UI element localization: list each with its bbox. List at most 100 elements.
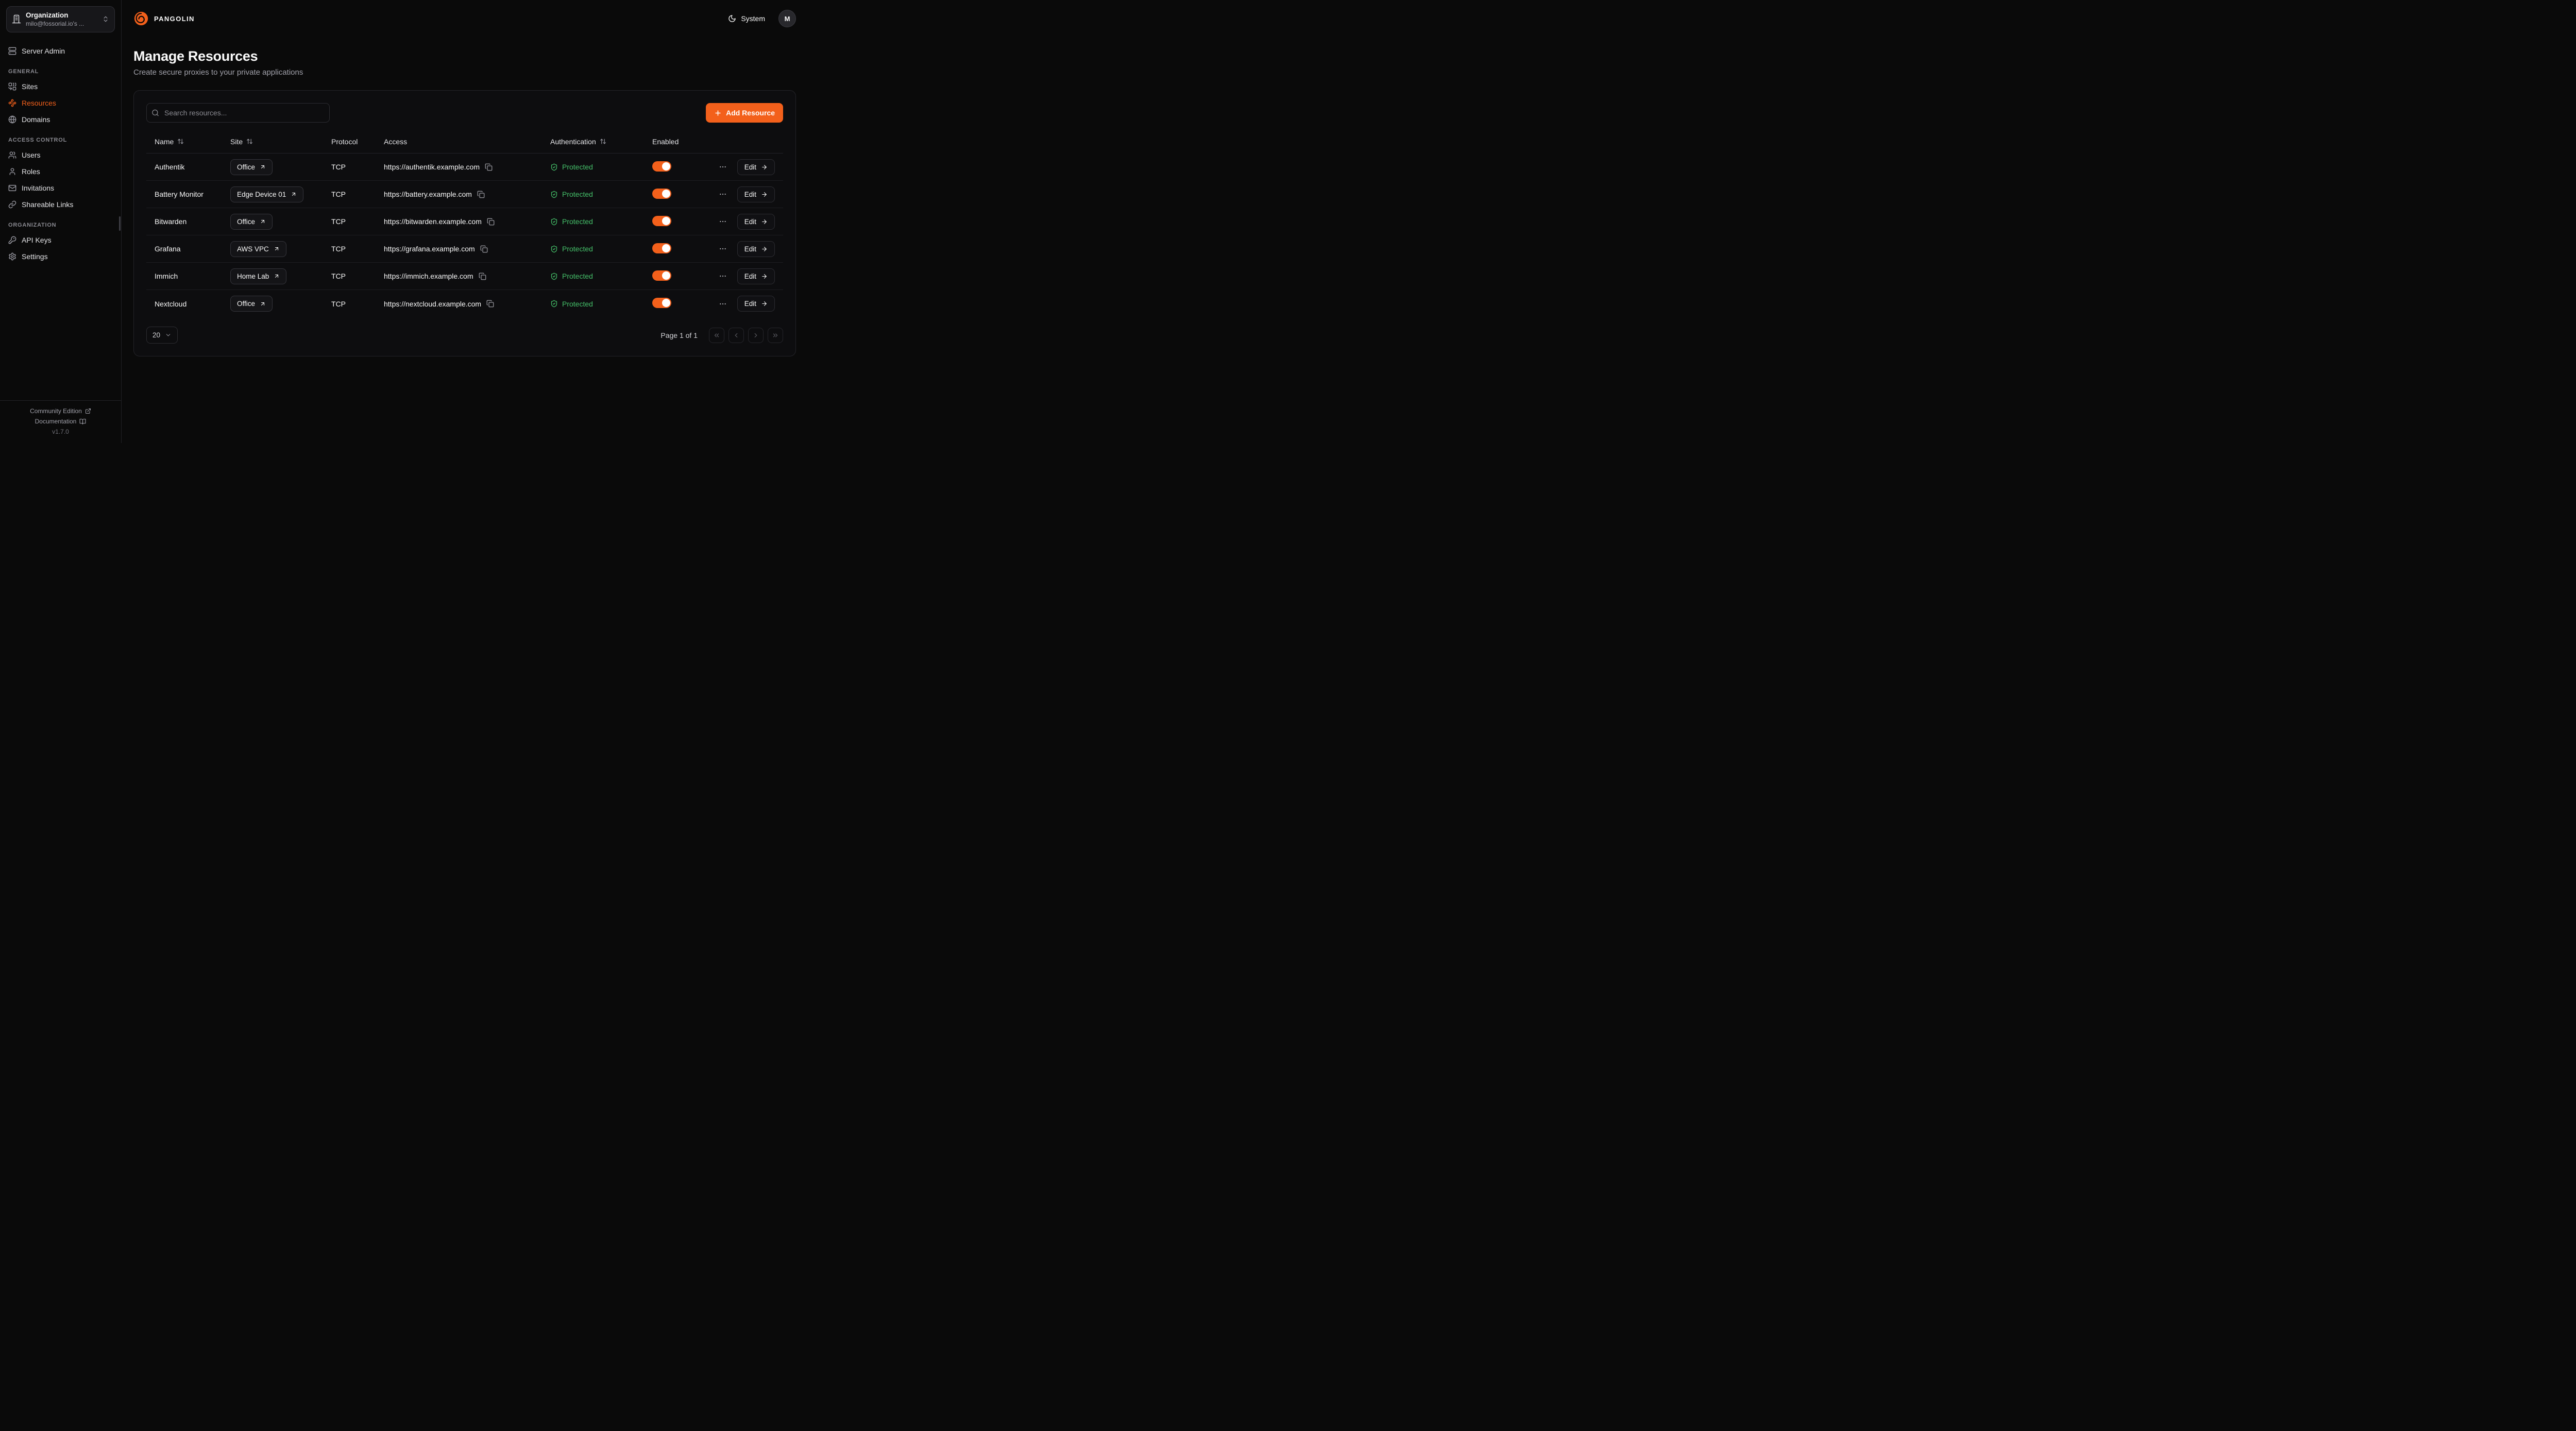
row-menu-button[interactable] [719,215,727,228]
sidebar-item-users[interactable]: Users [0,147,121,163]
site-name: Edge Device 01 [237,191,286,198]
moon-icon [728,14,736,23]
section-heading-organization: ORGANIZATION [0,213,121,232]
resources-card: Add Resource Name Site Protocol [133,90,796,356]
sidebar-item-label: API Keys [22,236,52,244]
sidebar-item-api-keys[interactable]: API Keys [0,232,121,248]
theme-label: System [741,14,765,23]
sidebar-item-server-admin[interactable]: Server Admin [0,43,121,59]
table-row: Battery Monitor Edge Device 01 TCP https… [146,181,783,208]
last-page-button[interactable] [768,328,783,343]
org-selector[interactable]: Organization milo@fossorial.io's ... [6,6,115,32]
section-heading-general: GENERAL [0,59,121,78]
enabled-toggle[interactable] [652,243,671,253]
sidebar-item-domains[interactable]: Domains [0,111,121,128]
shield-check-icon [550,245,558,253]
site-name: AWS VPC [237,245,269,253]
sidebar-scrollbar[interactable] [119,216,121,231]
column-header-authentication: Authentication [550,138,596,146]
edit-button[interactable]: Edit [737,214,775,230]
arrow-right-icon [761,246,768,252]
arrow-right-icon [761,164,768,171]
edit-label: Edit [744,163,756,171]
sidebar-item-shareable-links[interactable]: Shareable Links [0,196,121,213]
community-edition-label: Community Edition [30,407,82,415]
waypoints-icon [8,99,16,107]
copy-icon[interactable] [477,191,485,198]
avatar[interactable]: M [778,10,796,27]
site-link-button[interactable]: Office [230,296,273,312]
sort-icon[interactable] [246,138,253,145]
first-page-button[interactable] [709,328,724,343]
copy-icon[interactable] [480,245,488,253]
table-header: Name Site Protocol Access [146,130,783,154]
sidebar-item-sites[interactable]: Sites [0,78,121,95]
theme-toggle-button[interactable]: System [728,14,765,23]
resource-name: Battery Monitor [155,190,230,198]
avatar-initial: M [785,15,790,23]
auth-status: Protected [550,300,652,308]
next-page-button[interactable] [748,328,764,343]
resource-name: Bitwarden [155,217,230,226]
sort-icon[interactable] [600,138,606,145]
globe-icon [8,115,16,124]
enabled-toggle[interactable] [652,189,671,199]
mail-icon [8,184,16,192]
auth-label: Protected [562,245,593,253]
column-header-name: Name [155,138,174,146]
row-menu-button[interactable] [719,243,727,255]
table-row: Immich Home Lab TCP https://immich.examp… [146,263,783,290]
enabled-toggle[interactable] [652,216,671,226]
enabled-toggle[interactable] [652,270,671,281]
edit-button[interactable]: Edit [737,296,775,312]
plus-icon [714,109,722,117]
edit-label: Edit [744,218,756,226]
site-name: Office [237,163,255,171]
edit-button[interactable]: Edit [737,159,775,175]
user-icon [8,167,16,176]
add-resource-button[interactable]: Add Resource [706,103,783,123]
topbar: PANGOLIN System M [133,0,796,37]
edit-button[interactable]: Edit [737,186,775,202]
protocol-value: TCP [331,272,384,280]
community-edition-link[interactable]: Community Edition [30,407,91,415]
enabled-toggle[interactable] [652,161,671,172]
sidebar-item-roles[interactable]: Roles [0,163,121,180]
row-menu-button[interactable] [719,161,727,173]
page-size-select[interactable]: 20 [146,327,178,344]
sidebar: Organization milo@fossorial.io's ... Ser… [0,0,122,443]
enabled-toggle[interactable] [652,298,671,308]
edit-button[interactable]: Edit [737,241,775,257]
row-menu-button[interactable] [719,188,727,200]
site-link-button[interactable]: Office [230,159,273,175]
chevrons-up-down-icon [102,15,109,23]
copy-icon[interactable] [485,163,493,171]
site-link-button[interactable]: Edge Device 01 [230,186,303,202]
site-link-button[interactable]: AWS VPC [230,241,286,257]
site-link-button[interactable]: Home Lab [230,268,286,284]
sort-icon[interactable] [177,138,184,145]
sidebar-item-label: Resources [22,99,56,107]
section-heading-access-control: ACCESS CONTROL [0,128,121,147]
copy-icon[interactable] [487,218,495,226]
arrow-up-right-icon [260,164,266,170]
edit-label: Edit [744,245,756,253]
documentation-link[interactable]: Documentation [35,418,87,425]
sidebar-item-settings[interactable]: Settings [0,248,121,265]
copy-icon[interactable] [486,300,494,308]
users-icon [8,151,16,159]
brand-name: PANGOLIN [154,15,195,23]
copy-icon[interactable] [479,272,486,280]
column-header-site: Site [230,138,243,146]
edit-button[interactable]: Edit [737,268,775,284]
column-header-access: Access [384,138,407,146]
sidebar-item-invitations[interactable]: Invitations [0,180,121,196]
prev-page-button[interactable] [728,328,744,343]
site-link-button[interactable]: Office [230,214,273,230]
search-input[interactable] [146,103,330,123]
sidebar-item-resources[interactable]: Resources [0,95,121,111]
row-menu-button[interactable] [719,270,727,282]
auth-status: Protected [550,163,652,171]
protocol-value: TCP [331,300,384,308]
row-menu-button[interactable] [719,298,727,310]
